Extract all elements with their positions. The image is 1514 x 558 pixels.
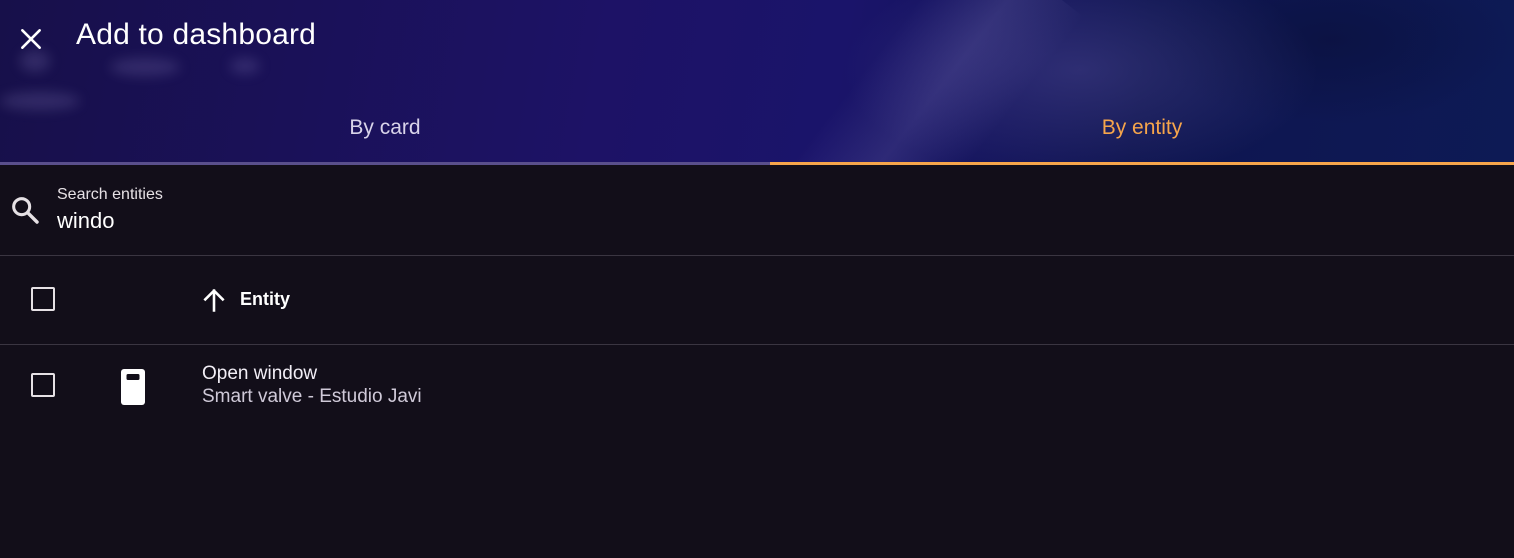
- tab-indicator: [0, 162, 770, 165]
- search-label: Search entities: [57, 186, 163, 203]
- close-icon: [21, 29, 41, 49]
- header-background-blur: [230, 58, 260, 74]
- tab-label: By card: [349, 115, 421, 139]
- tab-active-indicator: [770, 162, 1514, 165]
- row-checkbox[interactable]: [31, 373, 55, 397]
- valve-device-icon: [121, 369, 145, 405]
- entity-device: Smart valve - Estudio Javi: [202, 386, 422, 407]
- tab-by-entity[interactable]: By entity: [770, 90, 1514, 165]
- tab-bar: By card By entity: [0, 90, 1514, 165]
- close-button[interactable]: [12, 20, 50, 58]
- column-header-entity[interactable]: Entity: [240, 289, 290, 310]
- tab-by-card[interactable]: By card: [0, 90, 770, 165]
- arrow-up-icon[interactable]: [200, 286, 228, 314]
- add-to-dashboard-dialog: Add to dashboard By card By entity Searc…: [0, 0, 1514, 558]
- entity-name: Open window: [202, 363, 318, 384]
- dialog-header: Add to dashboard By card By entity: [0, 0, 1514, 165]
- dialog-title: Add to dashboard: [76, 18, 317, 51]
- header-background-blur: [110, 58, 180, 76]
- search-input[interactable]: [57, 206, 757, 236]
- search-icon: [12, 197, 39, 224]
- select-all-checkbox[interactable]: [31, 287, 55, 311]
- tab-label: By entity: [1101, 115, 1183, 139]
